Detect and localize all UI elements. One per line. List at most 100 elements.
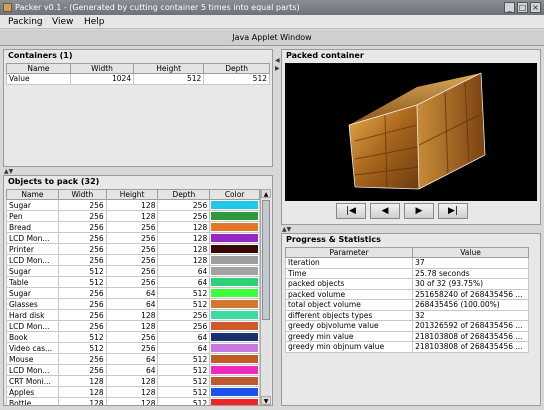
table-row[interactable]: Apples 128 128 512 xyxy=(6,386,260,398)
objects-cell-color[interactable] xyxy=(209,331,260,343)
close-button[interactable]: × xyxy=(530,2,541,13)
packed-title: Packed container xyxy=(286,51,364,60)
objects-cell-color[interactable] xyxy=(209,287,260,299)
color-swatch xyxy=(211,355,258,363)
objects-cell-d: 128 xyxy=(157,221,211,233)
objects-cell-color[interactable] xyxy=(209,254,260,266)
objects-cell-color[interactable] xyxy=(209,276,260,288)
table-row[interactable]: Sugar 512 256 64 xyxy=(6,265,260,277)
objects-cell-h: 128 xyxy=(105,210,159,222)
containers-panel: Containers (1) Name Width Height Depth Valu… xyxy=(3,49,273,167)
objects-cell-color[interactable] xyxy=(209,342,260,354)
progress-col-header[interactable]: Value xyxy=(412,247,529,258)
objects-cell-name: LCD Mon... xyxy=(6,254,59,266)
table-row[interactable]: total object volume 268435456 (100.00%) xyxy=(284,299,529,311)
prev-frame-button[interactable]: ◀ xyxy=(370,203,400,219)
objects-col-header[interactable]: Depth xyxy=(157,189,211,200)
objects-col-header[interactable]: Width xyxy=(57,189,107,200)
objects-cell-h: 256 xyxy=(105,221,159,233)
objects-cell-name: Book xyxy=(6,331,59,343)
scroll-up-arrow[interactable]: ▲ xyxy=(261,189,271,198)
maximize-button[interactable]: □ xyxy=(517,2,528,13)
containers-col-header[interactable]: Height xyxy=(133,63,205,74)
color-swatch xyxy=(211,223,258,231)
objects-cell-color[interactable] xyxy=(209,243,260,255)
objects-cell-color[interactable] xyxy=(209,320,260,332)
containers-col-header[interactable]: Depth xyxy=(203,63,270,74)
progress-parameter: greedy min objnum value xyxy=(284,341,414,353)
objects-col-header[interactable]: Color xyxy=(209,189,260,200)
objects-cell-color[interactable] xyxy=(209,364,260,376)
minimize-button[interactable]: _ xyxy=(504,2,515,13)
table-row[interactable]: Video cas... 512 256 64 xyxy=(6,342,260,354)
objects-cell-color[interactable] xyxy=(209,232,260,244)
table-row[interactable]: Sugar 256 64 512 xyxy=(6,287,260,299)
scroll-down-arrow[interactable]: ▼ xyxy=(261,396,271,405)
table-row[interactable]: Iteration 37 xyxy=(284,257,529,269)
table-row[interactable]: Pen 256 128 256 xyxy=(6,210,260,222)
menu-help[interactable]: Help xyxy=(84,16,105,28)
table-row[interactable]: packed volume 251658240 of 268435456 ... xyxy=(284,288,529,300)
progress-value: 37 xyxy=(412,257,529,269)
objects-panel: Objects to pack (32) Name Width Height Dept… xyxy=(3,175,273,406)
first-frame-button[interactable]: |◀ xyxy=(336,203,366,219)
table-row[interactable]: Book 512 256 64 xyxy=(6,331,260,343)
objects-cell-d: 512 xyxy=(157,397,211,405)
objects-cell-color[interactable] xyxy=(209,221,260,233)
menu-view[interactable]: View xyxy=(52,16,73,28)
containers-table: Name Width Height Depth Value 1024 512 512 xyxy=(6,63,270,85)
objects-cell-color[interactable] xyxy=(209,210,260,222)
table-row[interactable]: packed objects 30 of 32 (93.75%) xyxy=(284,278,529,290)
table-row[interactable]: LCD Mon... 256 64 512 xyxy=(6,364,260,376)
table-row[interactable]: CRT Moni... 128 128 512 xyxy=(6,375,260,387)
color-swatch xyxy=(211,267,258,275)
objects-cell-color[interactable] xyxy=(209,375,260,387)
objects-cell-name: Pen xyxy=(6,210,59,222)
objects-cell-d: 512 xyxy=(157,298,211,310)
split-arrow-left[interactable]: ◀ xyxy=(275,58,280,64)
objects-cell-h: 256 xyxy=(105,342,159,354)
table-row[interactable]: greedy objvolume value 201326592 of 26843… xyxy=(284,320,529,332)
next-frame-button[interactable]: ▶ xyxy=(404,203,434,219)
split-arrow-right[interactable]: ▶ xyxy=(275,66,280,72)
objects-cell-color[interactable] xyxy=(209,265,260,277)
objects-cell-w: 512 xyxy=(57,265,107,277)
objects-cell-w: 128 xyxy=(57,375,107,387)
objects-scrollbar[interactable]: ▲ ▼ xyxy=(260,189,271,405)
table-row[interactable]: Sugar 256 128 256 xyxy=(6,199,260,211)
objects-cell-color[interactable] xyxy=(209,309,260,321)
table-row[interactable]: Printer 256 256 128 xyxy=(6,243,260,255)
menu-packing[interactable]: Packing xyxy=(8,16,43,28)
table-row[interactable]: LCD Mon... 256 128 256 xyxy=(6,320,260,332)
table-row[interactable]: Glasses 256 64 512 xyxy=(6,298,260,310)
table-row[interactable]: greedy min objnum value 218103808 of 2684… xyxy=(284,341,529,353)
objects-col-header[interactable]: Name xyxy=(6,189,59,200)
objects-cell-color[interactable] xyxy=(209,386,260,398)
color-swatch xyxy=(211,333,258,341)
objects-cell-color[interactable] xyxy=(209,298,260,310)
objects-cell-color[interactable] xyxy=(209,397,260,405)
containers-col-header[interactable]: Name xyxy=(6,63,71,74)
objects-cell-color[interactable] xyxy=(209,353,260,365)
box-front-face xyxy=(349,105,419,189)
table-row[interactable]: Bottle 128 128 512 xyxy=(6,397,260,405)
table-row[interactable]: greedy min value 218103808 of 268435456 .… xyxy=(284,330,529,342)
vertical-splitter[interactable] xyxy=(275,49,279,406)
objects-col-header[interactable]: Height xyxy=(105,189,159,200)
objects-cell-h: 128 xyxy=(105,309,159,321)
table-row[interactable]: LCD Mon... 256 256 128 xyxy=(6,232,260,244)
progress-col-header[interactable]: Parameter xyxy=(284,247,414,258)
table-row[interactable]: Mouse 256 64 512 xyxy=(6,353,260,365)
objects-cell-color[interactable] xyxy=(209,199,260,211)
table-row[interactable]: Table 512 256 64 xyxy=(6,276,260,288)
table-row[interactable]: LCD Mon... 256 256 128 xyxy=(6,254,260,266)
table-row[interactable]: Bread 256 256 128 xyxy=(6,221,260,233)
packing-3d-view[interactable] xyxy=(285,63,537,201)
table-row[interactable]: Hard disk 256 128 256 xyxy=(6,309,260,321)
containers-col-header[interactable]: Width xyxy=(69,63,135,74)
scroll-thumb[interactable] xyxy=(262,200,270,320)
table-row[interactable]: Time 25.78 seconds xyxy=(284,267,529,279)
table-row[interactable]: Value 1024 512 512 xyxy=(6,73,270,85)
table-row[interactable]: different objects types 32 xyxy=(284,309,529,321)
last-frame-button[interactable]: ▶| xyxy=(438,203,468,219)
